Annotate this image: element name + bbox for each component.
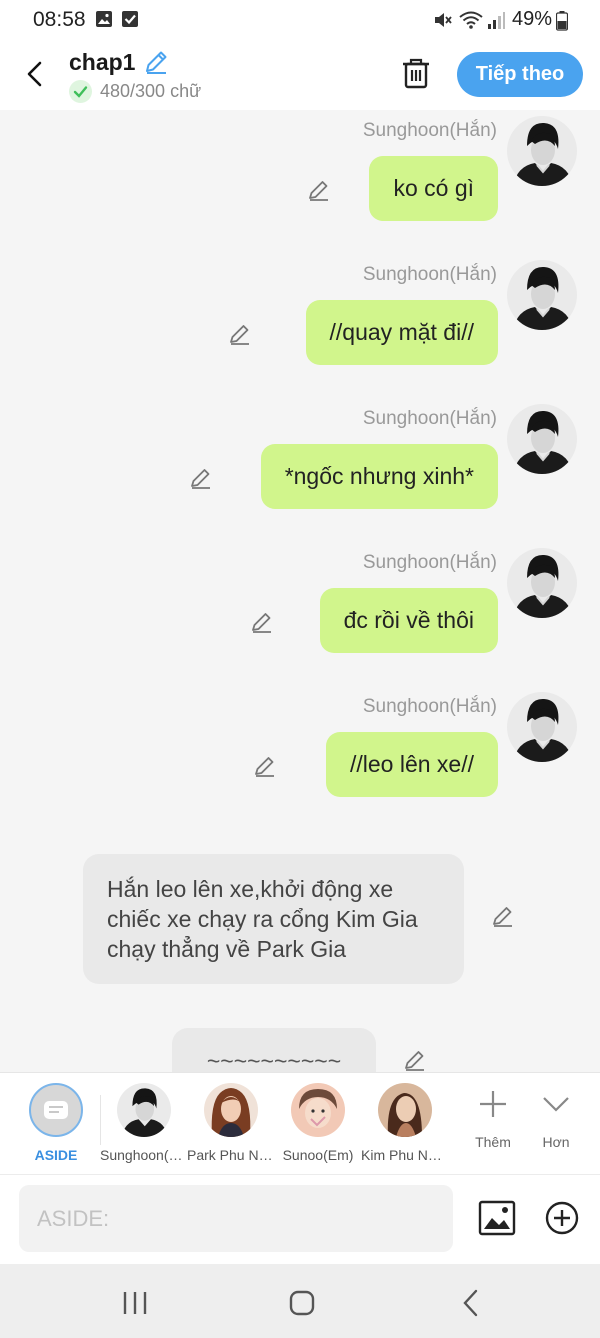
battery-icon <box>555 11 569 36</box>
message-speaker: Sunghoon(Hắn) <box>362 120 497 141</box>
signal-icon <box>487 10 505 35</box>
edit-message-icon[interactable] <box>402 1047 428 1072</box>
edit-message-icon[interactable] <box>252 753 278 784</box>
character-sunoo[interactable]: Sunoo(Em) <box>274 1083 362 1163</box>
input-bar <box>0 1174 600 1264</box>
character-label: ASIDE <box>34 1147 78 1163</box>
character-bar: ASIDE Sunghoon(Hắn) Park Phu Nhân Sunoo(… <box>0 1072 600 1174</box>
avatar <box>117 1083 171 1137</box>
avatar[interactable] <box>507 548 577 618</box>
edit-message-icon[interactable] <box>249 609 275 640</box>
edit-message-icon[interactable] <box>306 177 332 208</box>
battery-percent: 49% <box>511 8 552 30</box>
message-speaker: Sunghoon(Hắn) <box>362 696 497 717</box>
avatar <box>378 1083 432 1137</box>
character-label: Park Phu Nhân <box>187 1147 275 1163</box>
message-bubble[interactable]: //quay mặt đi// <box>305 300 498 365</box>
word-count: 480/300 chữ <box>100 81 202 101</box>
avatar[interactable] <box>507 404 577 474</box>
character-aside[interactable]: ASIDE <box>12 1083 100 1163</box>
message-input[interactable] <box>19 1185 453 1252</box>
avatar <box>291 1083 345 1137</box>
edit-message-icon[interactable] <box>188 465 214 496</box>
more-characters-button[interactable]: Hơn <box>526 1087 586 1150</box>
character-label: Sunoo(Em) <box>282 1147 354 1163</box>
avatar[interactable] <box>507 260 577 330</box>
avatar[interactable] <box>507 692 577 762</box>
mute-icon <box>433 10 453 35</box>
plus-icon <box>480 1091 506 1117</box>
recent-apps-icon[interactable] <box>122 1290 148 1321</box>
check-icon <box>69 80 92 103</box>
character-kim-phu-nhan[interactable]: Kim Phu Nhân <box>361 1083 449 1163</box>
check-box-icon <box>121 10 139 33</box>
more-characters-label: Hơn <box>542 1134 570 1150</box>
add-character-button[interactable]: Thêm <box>463 1087 523 1150</box>
message-speaker: Sunghoon(Hắn) <box>362 408 497 429</box>
trash-icon[interactable] <box>400 56 432 95</box>
chat-area[interactable]: Sunghoon(Hắn) ko có gì Sunghoon(Hắn) //q… <box>0 110 600 1072</box>
message-speaker: Sunghoon(Hắn) <box>362 264 497 285</box>
character-park-phu-nhan[interactable]: Park Phu Nhân <box>187 1083 275 1163</box>
aside-icon <box>29 1083 83 1137</box>
wifi-icon <box>459 10 483 35</box>
status-bar: 08:58 49% <box>0 0 600 40</box>
edit-title-icon[interactable] <box>142 48 170 81</box>
nav-back-icon[interactable] <box>460 1288 482 1323</box>
next-button[interactable]: Tiếp theo <box>457 52 583 97</box>
character-label: Sunghoon(Hắn) <box>100 1147 188 1163</box>
image-upload-icon[interactable] <box>478 1199 516 1242</box>
status-time: 08:58 <box>33 8 86 31</box>
message-bubble[interactable]: ko có gì <box>369 156 498 221</box>
avatar <box>204 1083 258 1137</box>
message-bubble[interactable]: //leo lên xe// <box>325 732 498 797</box>
home-icon[interactable] <box>289 1290 315 1321</box>
aside-bubble[interactable]: Hắn leo lên xe,khởi động xe chiếc xe chạ… <box>83 854 464 984</box>
image-icon <box>95 10 113 33</box>
edit-message-icon[interactable] <box>227 321 253 352</box>
aside-bubble[interactable]: ~~~~~~~~~~ <box>172 1028 376 1072</box>
message-speaker: Sunghoon(Hắn) <box>362 552 497 573</box>
chapter-header: chap1 480/300 chữ Tiếp theo <box>0 40 600 110</box>
chevron-down-icon <box>543 1097 569 1112</box>
chapter-title: chap1 <box>69 49 136 75</box>
character-label: Kim Phu Nhân <box>361 1147 449 1163</box>
character-sunghoon[interactable]: Sunghoon(Hắn) <box>100 1083 188 1163</box>
message-bubble[interactable]: đc rồi về thôi <box>319 588 498 653</box>
system-nav-bar <box>0 1264 600 1338</box>
edit-message-icon[interactable] <box>490 903 516 934</box>
message-bubble[interactable]: *ngốc nhưng xinh* <box>260 444 498 509</box>
add-circle-icon[interactable] <box>543 1199 581 1242</box>
add-character-label: Thêm <box>475 1134 511 1150</box>
back-button[interactable] <box>22 56 50 92</box>
avatar[interactable] <box>507 116 577 186</box>
